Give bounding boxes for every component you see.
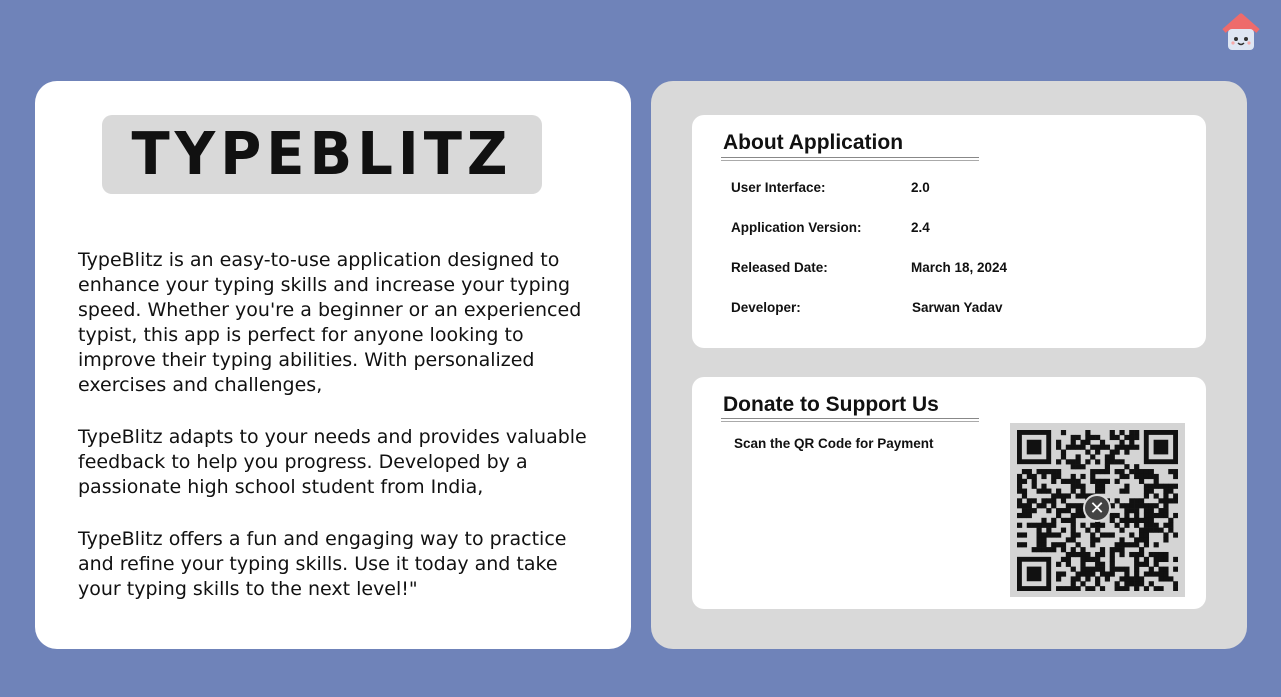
about-card: About Application User Interface: 2.0 Ap…: [692, 115, 1206, 348]
donate-card: Donate to Support Us Scan the QR Code fo…: [692, 377, 1206, 609]
app-title: TYPEBLITZ: [131, 120, 513, 189]
home-icon[interactable]: [1220, 13, 1262, 53]
intro-panel: TYPEBLITZ TypeBlitz is an easy-to-use ap…: [35, 81, 631, 649]
donate-title: Donate to Support Us: [723, 393, 939, 416]
info-panel: About Application User Interface: 2.0 Ap…: [651, 81, 1247, 649]
info-label: Application Version:: [731, 220, 862, 235]
info-label: User Interface:: [731, 180, 826, 195]
about-title: About Application: [723, 131, 904, 154]
info-value: 2.0: [911, 180, 930, 195]
about-title-divider: [721, 157, 979, 161]
info-label: Developer:: [731, 300, 801, 315]
description-paragraph-3: TypeBlitz offers a fun and engaging way …: [78, 528, 567, 600]
description-paragraph-2: TypeBlitz adapts to your needs and provi…: [78, 426, 587, 498]
info-value: March 18, 2024: [911, 260, 1008, 275]
app-title-box: TYPEBLITZ: [102, 115, 542, 194]
app-description: TypeBlitz is an easy-to-use application …: [78, 248, 598, 629]
info-value: 2.4: [911, 220, 930, 235]
close-icon[interactable]: ✕: [1083, 494, 1111, 522]
info-label: Released Date:: [731, 260, 828, 275]
scan-instruction: Scan the QR Code for Payment: [734, 436, 934, 451]
description-paragraph-1: TypeBlitz is an easy-to-use application …: [78, 249, 582, 396]
info-value: Sarwan Yadav: [912, 300, 1003, 315]
qr-code-icon: ✕: [1010, 423, 1185, 597]
donate-title-divider: [721, 418, 979, 422]
